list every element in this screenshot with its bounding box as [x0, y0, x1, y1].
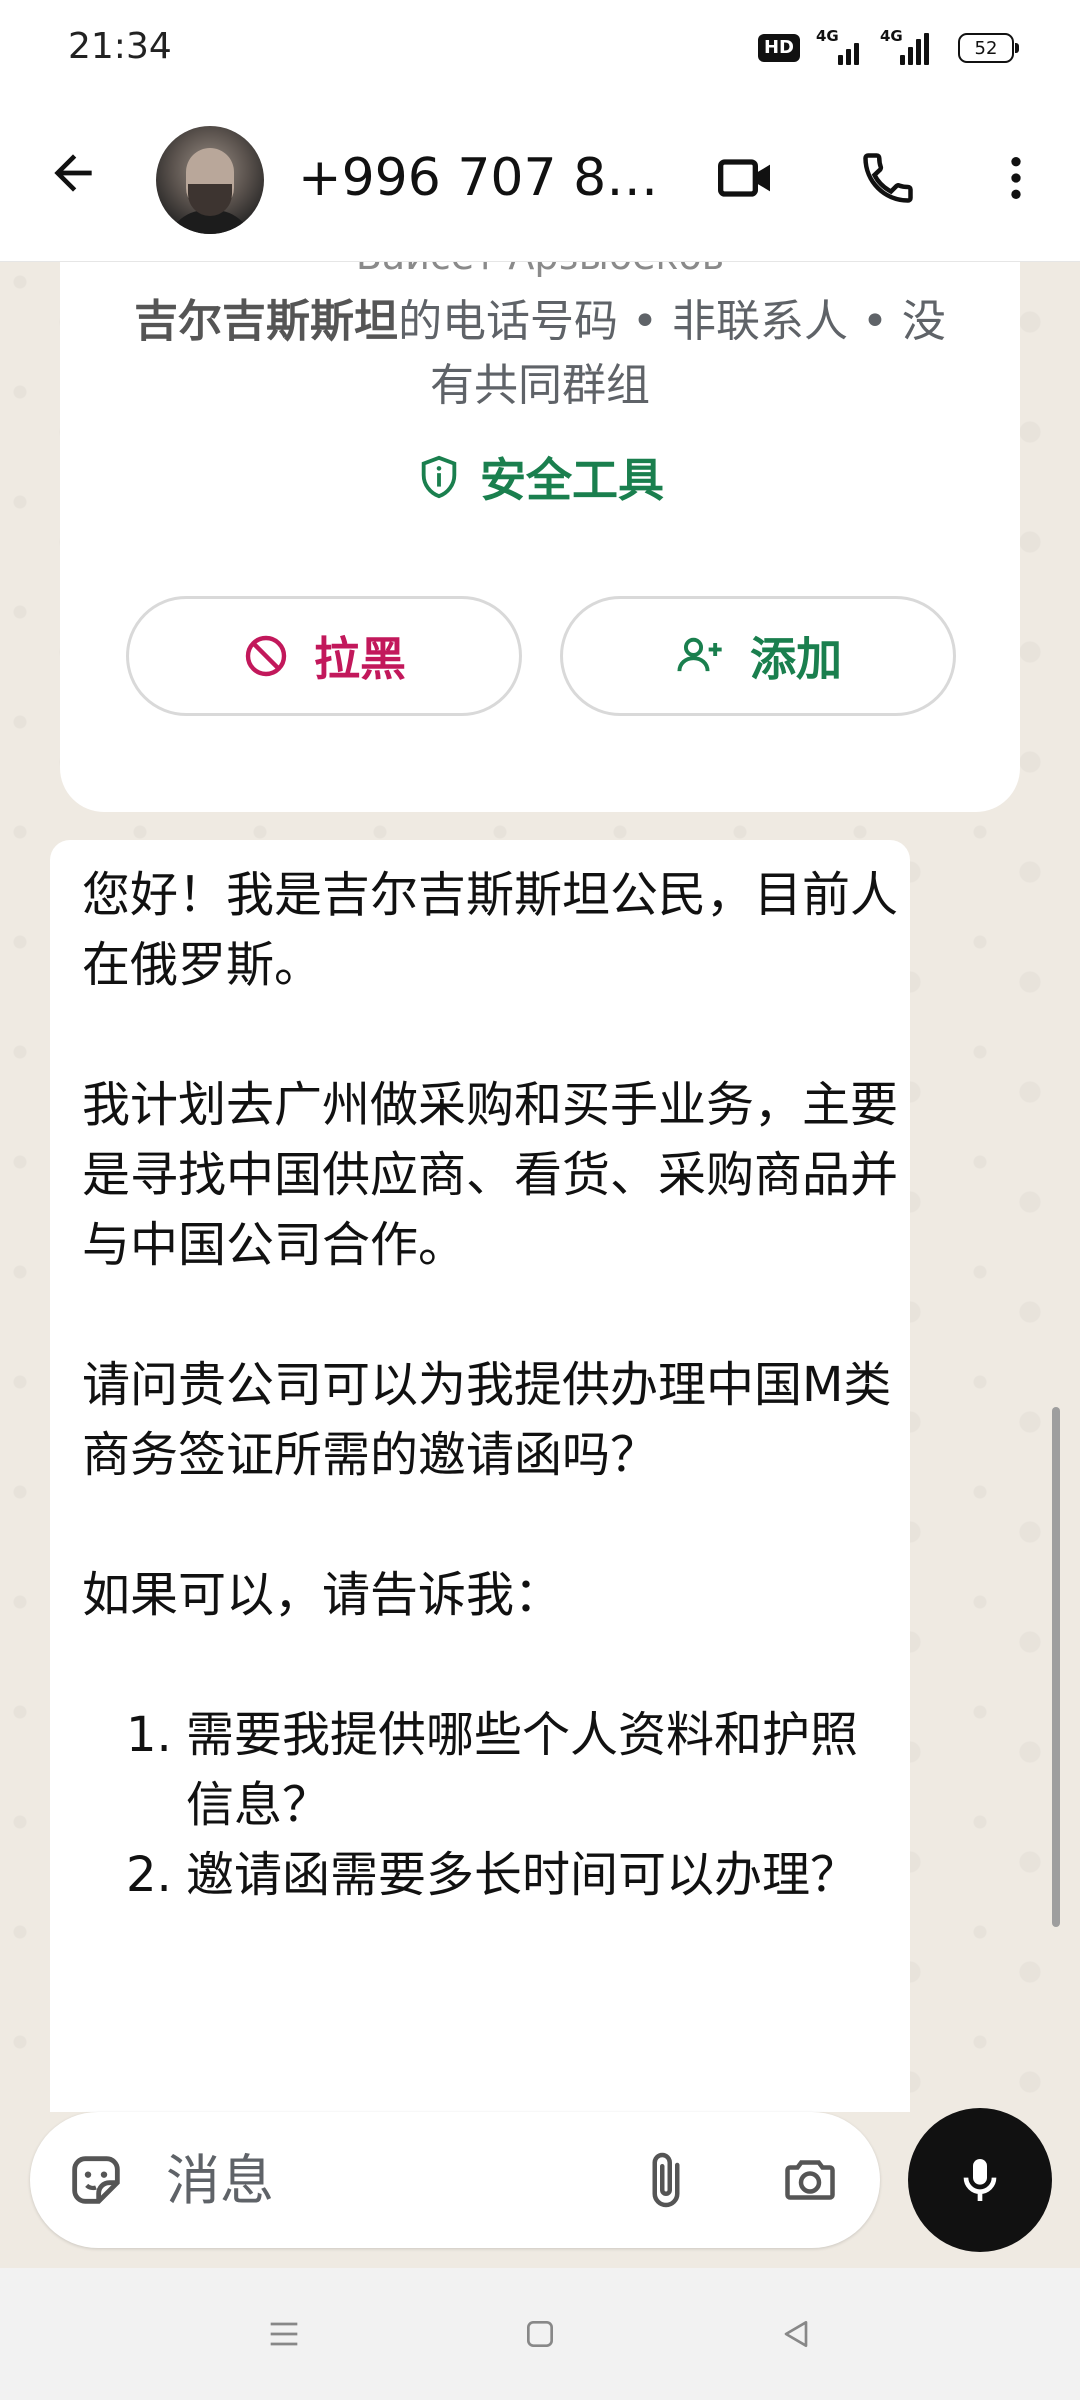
safety-tools-link[interactable]: 安全工具	[60, 444, 1020, 510]
camera-icon	[785, 2160, 835, 2200]
more-options-button[interactable]	[976, 138, 1056, 218]
status-time: 21:34	[68, 26, 172, 67]
incoming-message-bubble[interactable]: 您好！我是吉尔吉斯斯坦公民，目前人在俄罗斯。 我计划去广州做采购和买手业务，主要…	[50, 840, 910, 2112]
sticker-button[interactable]	[56, 2140, 136, 2220]
menu-lines-icon	[270, 2322, 298, 2346]
nav-back-button[interactable]	[756, 2294, 836, 2374]
contact-info-text: 吉尔吉斯斯坦的电话号码 • 非联系人 • 没有共同群组	[120, 290, 960, 418]
triangle-back-icon	[784, 2321, 808, 2347]
status-bar: 21:34 HD 4G 4G 52	[0, 0, 1080, 96]
contact-country: 吉尔吉斯斯坦	[134, 296, 399, 347]
battery-icon: 52	[958, 33, 1019, 63]
back-arrow-icon	[54, 154, 92, 192]
chat-area[interactable]: Вайсет Арзыбеков 吉尔吉斯斯坦的电话号码 • 非联系人 • 没有…	[0, 262, 1080, 2112]
message-text: 您好！我是吉尔吉斯斯坦公民，目前人在俄罗斯。 我计划去广州做采购和买手业务，主要…	[82, 860, 902, 1910]
message-composer	[30, 2112, 880, 2248]
message-paragraph: 您好！我是吉尔吉斯斯坦公民，目前人在俄罗斯。	[82, 867, 899, 993]
add-label: 添加	[750, 632, 842, 686]
square-home-icon	[527, 2321, 553, 2347]
message-input[interactable]	[166, 2142, 626, 2218]
message-paragraph: 我计划去广州做采购和买手业务，主要是寻找中国供应商、看货、采购商品并与中国公司合…	[82, 1077, 899, 1273]
block-label: 拉黑	[314, 632, 406, 686]
sticker-icon	[72, 2156, 120, 2204]
paperclip-icon	[652, 2152, 680, 2208]
attach-button[interactable]	[626, 2140, 706, 2220]
message-paragraph: 如果可以，请告诉我：	[82, 1567, 563, 1623]
video-call-button[interactable]	[706, 138, 786, 218]
list-item: 1. 需要我提供哪些个人资料和护照信息？	[126, 1707, 859, 1833]
nav-home-button[interactable]	[500, 2294, 580, 2374]
contact-profile-name: Вайсет Арзыбеков	[60, 262, 1020, 278]
nav-recents-button[interactable]	[244, 2294, 324, 2374]
block-button[interactable]: 拉黑	[126, 596, 522, 716]
battery-level: 52	[974, 37, 998, 59]
contact-name[interactable]: +996 707 82...	[298, 148, 678, 208]
contact-info-detail: 的电话号码 • 非联系人 • 没有共同群组	[398, 296, 946, 411]
safety-tools-label: 安全工具	[480, 453, 664, 507]
back-button[interactable]	[38, 138, 108, 208]
system-nav-bar	[0, 2268, 1080, 2400]
voice-message-button[interactable]	[908, 2108, 1052, 2252]
hd-voice-icon: HD	[757, 34, 800, 62]
scrollbar-thumb[interactable]	[1052, 1407, 1060, 1927]
list-item: 2. 邀请函需要多长时间可以办理？	[126, 1847, 859, 1903]
shield-info-icon	[421, 455, 457, 499]
status-icons: HD 4G 4G 52	[757, 27, 1019, 68]
message-list: 1. 需要我提供哪些个人资料和护照信息？ 2. 邀请函需要多长时间可以办理？	[126, 1700, 902, 1910]
more-vert-icon	[1011, 157, 1021, 199]
microphone-icon	[963, 2159, 997, 2201]
phone-icon	[863, 153, 913, 203]
block-icon	[245, 635, 287, 677]
signal-icon: 4G	[880, 27, 940, 65]
add-contact-button[interactable]: 添加	[560, 596, 956, 716]
video-call-icon	[718, 159, 770, 197]
chat-header: +996 707 82...	[0, 96, 1080, 262]
avatar[interactable]	[156, 126, 264, 234]
signal-icon: 4G	[816, 27, 864, 65]
add-person-icon	[677, 637, 722, 672]
contact-info-card: Вайсет Арзыбеков 吉尔吉斯斯坦的电话号码 • 非联系人 • 没有…	[60, 262, 1020, 812]
message-paragraph: 请问贵公司可以为我提供办理中国M类商务签证所需的邀请函吗？	[82, 1357, 892, 1483]
voice-call-button[interactable]	[848, 138, 928, 218]
camera-button[interactable]	[770, 2140, 850, 2220]
